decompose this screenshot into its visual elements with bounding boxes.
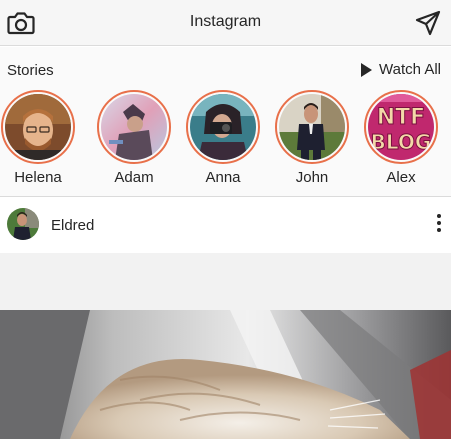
story-anna[interactable]: Anna bbox=[183, 90, 263, 186]
story-avatar bbox=[279, 94, 345, 160]
story-ring bbox=[97, 90, 171, 164]
stories-tray: Stories Watch All Helena Adam Anna John … bbox=[0, 47, 451, 197]
story-ring bbox=[275, 90, 349, 164]
post-avatar[interactable] bbox=[7, 208, 39, 240]
svg-text:NTF: NTF bbox=[377, 105, 425, 130]
story-helena[interactable]: Helena bbox=[0, 90, 78, 186]
watch-all-label: Watch All bbox=[379, 61, 441, 78]
post-spacer bbox=[0, 253, 451, 310]
svg-text:BLOG: BLOG bbox=[371, 130, 432, 154]
post-username[interactable]: Eldred bbox=[51, 217, 94, 234]
story-alex[interactable]: NTF BLOG Alex bbox=[361, 90, 441, 186]
paper-plane-icon[interactable] bbox=[414, 9, 442, 37]
top-bar: Instagram bbox=[0, 0, 451, 46]
watch-all-button[interactable]: Watch All bbox=[361, 61, 441, 78]
story-name: John bbox=[295, 169, 329, 186]
story-avatar: NTF BLOG bbox=[368, 94, 434, 160]
stories-heading: Stories bbox=[7, 62, 54, 79]
story-name: Helena bbox=[14, 169, 62, 186]
story-name: Alex bbox=[386, 169, 416, 186]
story-adam[interactable]: Adam bbox=[94, 90, 174, 186]
story-name: Adam bbox=[114, 169, 154, 186]
more-vertical-icon[interactable] bbox=[433, 211, 445, 237]
post-photo[interactable] bbox=[0, 310, 451, 439]
story-ring: NTF BLOG bbox=[364, 90, 438, 164]
story-ring bbox=[1, 90, 75, 164]
story-name: Anna bbox=[205, 169, 241, 186]
story-avatar bbox=[190, 94, 256, 160]
story-avatar bbox=[101, 94, 167, 160]
story-avatar bbox=[5, 94, 71, 160]
story-john[interactable]: John bbox=[272, 90, 352, 186]
play-icon bbox=[361, 62, 373, 77]
app-title: Instagram bbox=[189, 13, 262, 30]
story-ring bbox=[186, 90, 260, 164]
post-header: Eldred bbox=[0, 197, 451, 253]
